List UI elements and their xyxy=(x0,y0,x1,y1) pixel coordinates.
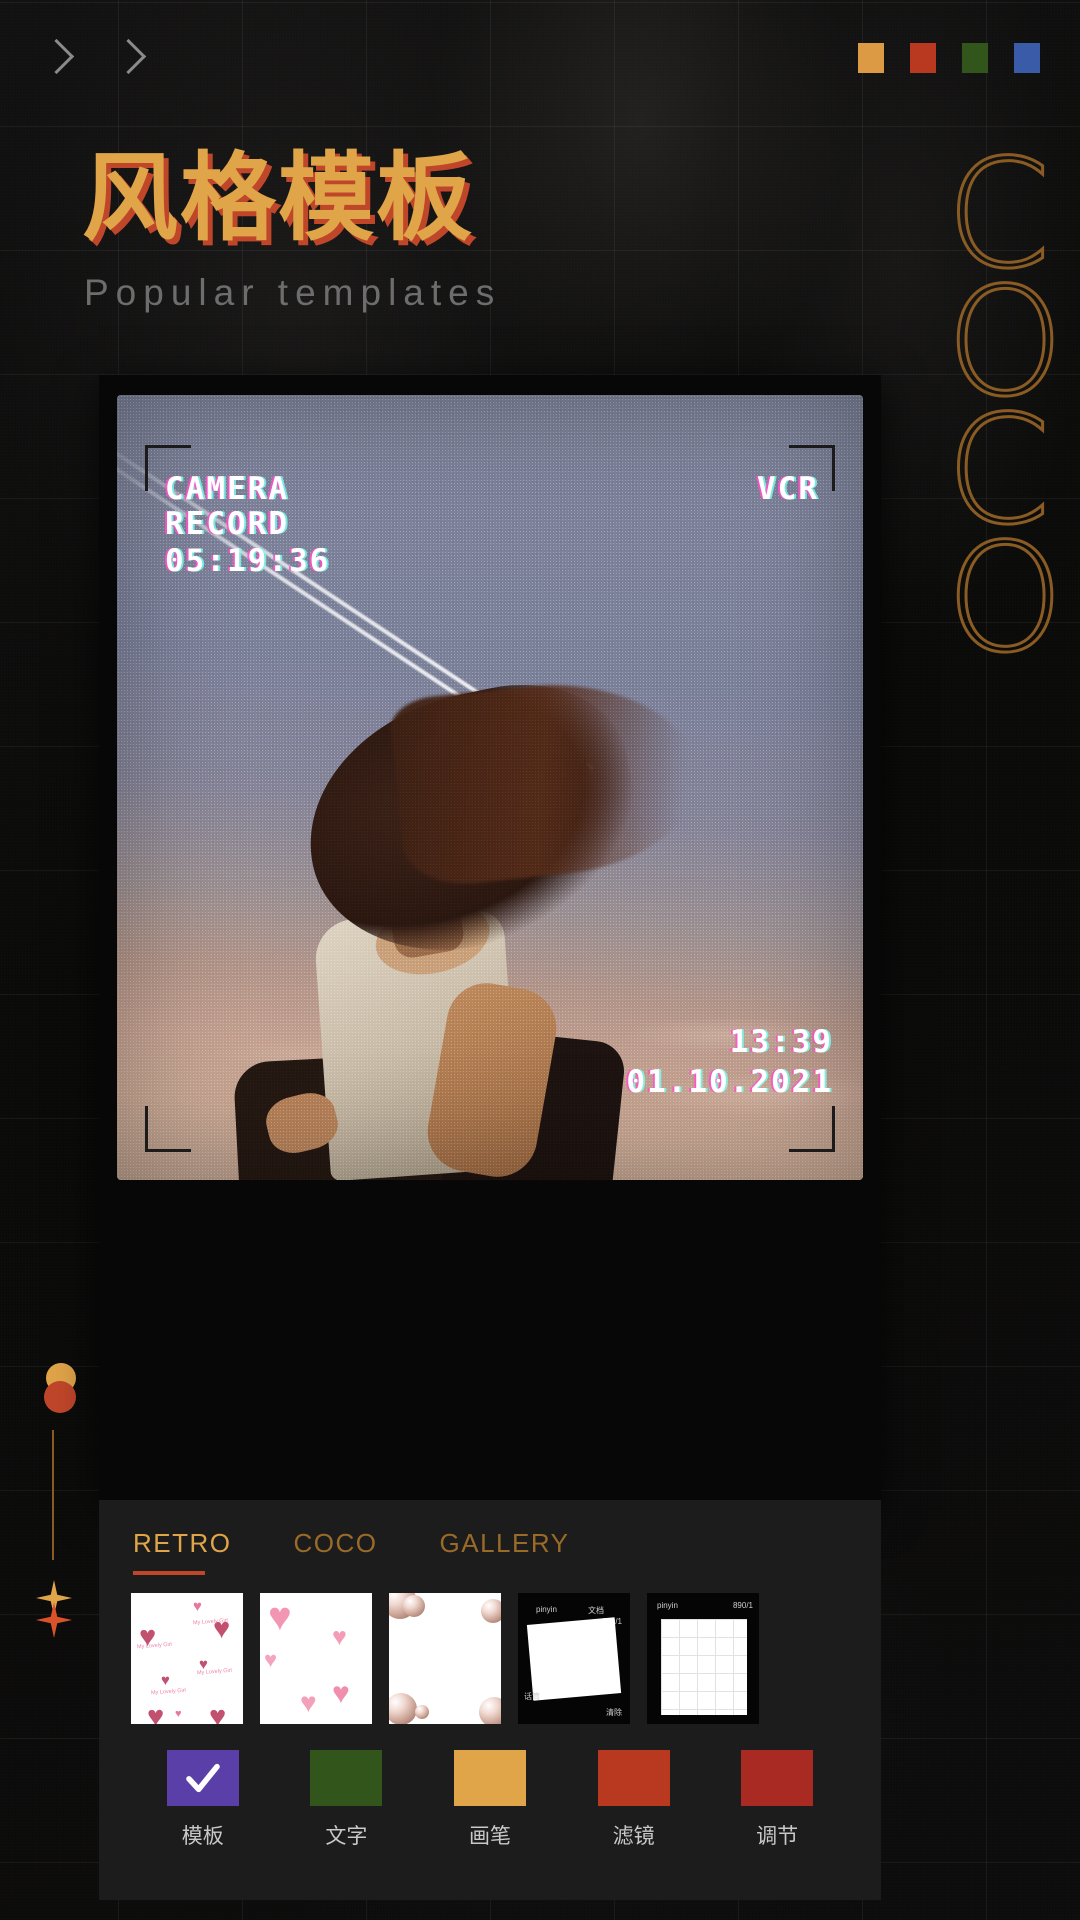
framing-bracket-bottom-right xyxy=(789,1106,835,1152)
decoration-sparkles xyxy=(30,1580,78,1650)
header-swatch-row xyxy=(858,43,1040,73)
hud-mode-label: VCR xyxy=(757,471,819,507)
thumbnail-caption: My Lovely Girl xyxy=(136,1641,173,1651)
preview-card: ✈ CAMERA RECORD 05:19:36 VCR 13:39 xyxy=(99,375,881,1500)
thumbnail-white-canvas xyxy=(526,1617,622,1701)
hud-camera-label: CAMERA xyxy=(165,471,289,507)
tool-swatch[interactable] xyxy=(453,1750,526,1806)
tab-coco[interactable]: COCO xyxy=(294,1528,414,1559)
rail-letter: O xyxy=(944,512,1065,686)
tool-label: 调节 xyxy=(756,1825,799,1848)
tool-swatch[interactable] xyxy=(741,1750,814,1806)
tool-swatch[interactable] xyxy=(310,1750,383,1806)
header-swatch-amber[interactable] xyxy=(858,43,884,73)
template-thumbnail-phone-grid[interactable]: pinyin 890/1 xyxy=(647,1593,759,1724)
template-thumbnail-pearls[interactable] xyxy=(389,1593,501,1724)
tab-label: RETRO xyxy=(133,1528,232,1558)
decoration-vertical-line xyxy=(52,1430,54,1560)
template-thumbnail-row: ♥ ♥ ♥ ♥ ♥ ♥ ♥ ♥ My Lovely Girl My Lovely… xyxy=(131,1593,759,1724)
tool-label: 模板 xyxy=(181,1825,224,1848)
decoration-dots xyxy=(38,1363,98,1433)
sparkle-icon xyxy=(36,1602,72,1638)
tool-swatch-bar: 模板 文字 画笔 滤镜 调节 xyxy=(131,1750,849,1850)
page-title: 风格模板 xyxy=(82,142,474,254)
decoration-dot-red xyxy=(44,1381,76,1413)
thumbnail-caption: My Lovely Girl xyxy=(150,1687,187,1697)
chevron-right-icon[interactable] xyxy=(114,40,140,86)
header-swatch-blue[interactable] xyxy=(1014,43,1040,73)
thumbnail-text: 清除 xyxy=(606,1708,622,1717)
tab-retro[interactable]: RETRO xyxy=(133,1528,268,1575)
tool-item-template[interactable]: 模板 xyxy=(131,1750,275,1850)
template-tab-bar: RETRO COCO GALLERY xyxy=(133,1528,631,1575)
tool-swatch[interactable] xyxy=(166,1750,239,1806)
template-thumbnail-phone-dark[interactable]: pinyin 文档 890/1 话筒 清除 xyxy=(518,1593,630,1724)
tab-gallery[interactable]: GALLERY xyxy=(440,1528,606,1559)
template-thumbnail-hearts-small[interactable]: ♥ ♥ ♥ ♥ ♥ ♥ ♥ ♥ My Lovely Girl My Lovely… xyxy=(131,1593,243,1724)
thumbnail-text: 文档 xyxy=(588,1606,604,1615)
hud-timecode: 05:19:36 xyxy=(165,543,331,579)
header-swatch-green[interactable] xyxy=(962,43,988,73)
template-thumbnail-hearts-3d[interactable]: ♥ ♥ ♥ ♥ ♥ xyxy=(260,1593,372,1724)
tool-swatch[interactable] xyxy=(597,1750,670,1806)
tool-item-adjust[interactable]: 调节 xyxy=(705,1750,849,1850)
thumbnail-grid-canvas xyxy=(661,1619,747,1715)
tool-item-text[interactable]: 文字 xyxy=(275,1750,419,1850)
tab-label: COCO xyxy=(293,1528,378,1558)
coco-outline-rail: C O C O xyxy=(944,139,1066,676)
framing-bracket-bottom-left xyxy=(145,1106,191,1152)
hud-clock: 13:39 xyxy=(729,1024,833,1060)
header-swatch-red[interactable] xyxy=(910,43,936,73)
thumbnail-caption: My Lovely Girl xyxy=(196,1667,233,1677)
thumbnail-text: 话筒 xyxy=(524,1692,540,1701)
tab-label: GALLERY xyxy=(439,1528,570,1558)
thumbnail-text: pinyin xyxy=(536,1605,557,1614)
tool-item-filter[interactable]: 滤镜 xyxy=(562,1750,706,1850)
template-tool-panel: RETRO COCO GALLERY ♥ ♥ ♥ ♥ ♥ ♥ ♥ ♥ My Lo… xyxy=(99,1500,881,1900)
hud-record-label: RECORD xyxy=(165,506,289,542)
thumbnail-text: pinyin xyxy=(657,1601,678,1610)
photo-preview[interactable]: ✈ CAMERA RECORD 05:19:36 VCR 13:39 xyxy=(117,395,863,1180)
hud-date: 01.10.2021 xyxy=(626,1064,833,1100)
tool-label: 画笔 xyxy=(468,1825,511,1848)
check-icon xyxy=(185,1763,220,1793)
tool-label: 滤镜 xyxy=(612,1825,655,1848)
chevron-right-icon[interactable] xyxy=(42,40,68,86)
thumbnail-text: 890/1 xyxy=(732,1601,753,1610)
tool-label: 文字 xyxy=(325,1825,368,1848)
tool-item-brush[interactable]: 画笔 xyxy=(418,1750,562,1850)
page-subtitle: Popular templates xyxy=(84,272,502,313)
